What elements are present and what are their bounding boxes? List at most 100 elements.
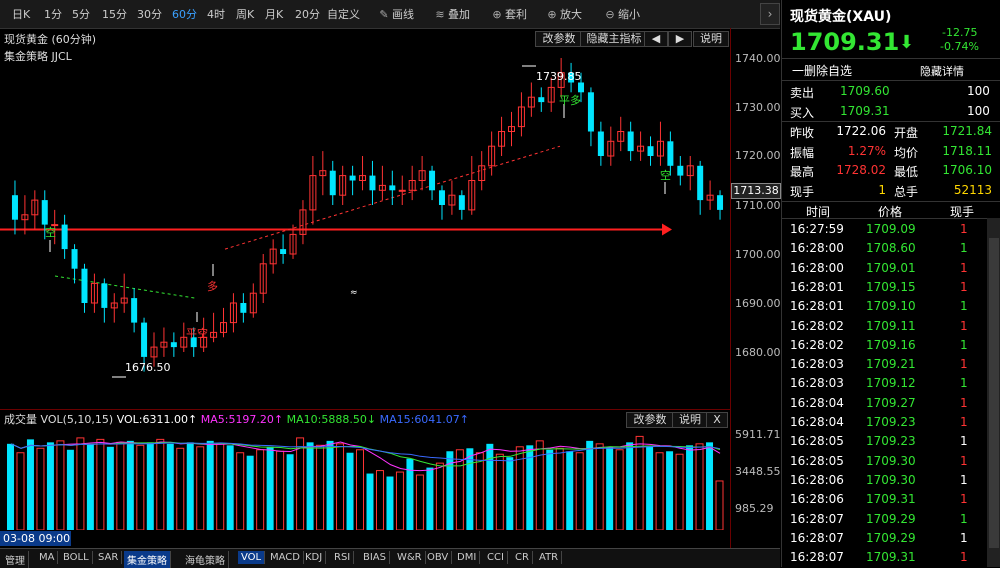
hide-indicator-button[interactable]: 隐藏主指标 <box>580 31 648 47</box>
tick-qty: 1 <box>960 511 968 526</box>
zoom-in-button[interactable]: ⊕ 放大 <box>546 6 582 22</box>
volume-chart <box>7 435 724 530</box>
volume-bar-up <box>575 452 584 530</box>
tick-scrollbar[interactable] <box>987 218 1000 567</box>
tick-row: 16:28:04 1709.23 1 <box>782 413 1000 432</box>
draw-line-button[interactable]: ✎ 画线 <box>378 6 414 22</box>
tick-time: 16:28:04 <box>790 395 844 410</box>
tick-price: 1709.15 <box>866 279 916 294</box>
buy-qty: 100 <box>967 104 990 118</box>
tab-kdj[interactable]: KDJ <box>302 551 327 564</box>
tab-obv[interactable]: OBV <box>424 551 453 564</box>
scroll-thumb[interactable] <box>989 238 999 548</box>
period-1min[interactable]: 1分 <box>44 6 62 22</box>
candle-body-down <box>458 195 465 210</box>
zoom-in-label: 放大 <box>560 8 582 21</box>
stat-label: 最低 <box>894 165 919 179</box>
tick-qty: 1 <box>960 318 968 333</box>
period-60min[interactable]: 60分 <box>172 6 197 22</box>
remove-watchlist-button[interactable]: 一删除自选 <box>792 62 852 79</box>
period-daily[interactable]: 日K <box>12 6 30 22</box>
vol-tick: 985.29 <box>735 502 774 515</box>
tab-cr[interactable]: CR <box>512 551 533 564</box>
period-30min[interactable]: 30分 <box>137 6 162 22</box>
edit-params-button[interactable]: 改参数 <box>535 31 583 47</box>
stat-label: 昨收 <box>790 126 815 140</box>
tab-manage[interactable]: 管理 <box>2 551 29 568</box>
volume-bar-up <box>96 438 105 530</box>
tick-time: 16:28:03 <box>790 357 844 372</box>
volume-bar-up <box>136 444 145 530</box>
draw-line-label: 画线 <box>392 8 414 21</box>
period-15min[interactable]: 15分 <box>102 6 127 22</box>
arbitrage-label: 套利 <box>505 8 527 21</box>
volume-bar-up <box>316 444 325 530</box>
candle-body-down <box>587 92 594 132</box>
ma15-value: MA15:6041.07↑ <box>379 413 470 426</box>
tick-time: 16:28:00 <box>790 241 844 256</box>
stat-value: 1728.02 <box>836 163 886 177</box>
tick-price: 1709.31 <box>866 492 916 507</box>
y-tick: 1680.00 <box>735 346 781 359</box>
period-monthly[interactable]: 月K <box>265 6 283 22</box>
next-button[interactable]: ▶ <box>668 31 692 47</box>
tick-row: 16:28:03 1709.12 1 <box>782 374 1000 393</box>
tab-wr[interactable]: W&R <box>394 551 426 564</box>
period-custom[interactable]: 自定义 <box>327 6 360 22</box>
tab-turtle[interactable]: 海龟策略 <box>182 551 229 568</box>
tab-sar[interactable]: SAR <box>95 551 123 564</box>
volume-bar-down <box>86 443 94 530</box>
candle-body-down <box>101 283 108 308</box>
tick-row: 16:28:04 1709.27 1 <box>782 394 1000 413</box>
volume-bar-down <box>566 451 574 530</box>
tick-row: 16:28:00 1708.60 1 <box>782 239 1000 258</box>
tick-price: 1709.01 <box>866 260 916 275</box>
period-4hour[interactable]: 4时 <box>207 6 225 22</box>
stat-label: 现手 <box>790 184 815 199</box>
pencil-icon: ✎ <box>379 8 389 21</box>
tick-row: 16:28:05 1709.30 1 <box>782 452 1000 471</box>
chart-title: 现货黄金 (60分钟) <box>4 33 97 46</box>
tab-bias[interactable]: BIAS <box>360 551 390 564</box>
volume-bar-down <box>686 445 694 530</box>
volume-bar-down <box>26 439 34 530</box>
candlestick-chart[interactable] <box>0 52 730 408</box>
tab-cci[interactable]: CCI <box>484 551 508 564</box>
tab-boll[interactable]: BOLL <box>60 551 93 564</box>
period-5min[interactable]: 5分 <box>72 6 90 22</box>
tab-atr[interactable]: ATR <box>536 551 563 564</box>
tick-price: 1709.23 <box>866 415 916 429</box>
short-signal-2: 空 <box>660 169 671 182</box>
y-tick: 1700.00 <box>735 248 781 261</box>
tab-jjcl[interactable]: 集金策略 <box>124 551 171 568</box>
tick-time: 16:28:06 <box>790 472 844 487</box>
tick-qty: 1 <box>960 241 968 256</box>
volume-bar-down <box>226 445 234 530</box>
prev-button[interactable]: ◀ <box>644 31 668 47</box>
arbitrage-button[interactable]: ⊕ 套利 <box>491 6 527 22</box>
tab-vol[interactable]: VOL <box>238 551 266 564</box>
tick-price: 1709.30 <box>866 453 916 468</box>
tab-ma[interactable]: MA <box>36 551 59 564</box>
help-button[interactable]: 说明 <box>693 31 729 47</box>
volume-bar-up <box>535 440 544 530</box>
tick-price: 1709.16 <box>866 337 916 352</box>
overlay-button[interactable]: ≋ 叠加 <box>434 6 470 22</box>
volume-bar-up <box>435 462 444 530</box>
period-20min[interactable]: 20分 <box>295 6 320 22</box>
tab-macd[interactable]: MACD <box>267 551 304 564</box>
hide-detail-button[interactable]: 隐藏详情 <box>920 63 964 79</box>
tick-price: 1709.21 <box>866 357 916 372</box>
candle-body-down <box>578 82 585 93</box>
volume-bar-down <box>386 476 394 530</box>
zoom-out-button[interactable]: ⊖ 缩小 <box>604 6 640 22</box>
tick-qty: 1 <box>960 434 968 449</box>
volume-legend: 成交量 VOL(5,10,15) VOL:6311.00↑ MA5:5197.2… <box>4 411 469 427</box>
stat-label: 开盘 <box>894 126 919 140</box>
period-weekly[interactable]: 周K <box>236 6 254 22</box>
volume-bar-down <box>46 442 54 530</box>
volume-bar-down <box>606 446 614 530</box>
tab-rsi[interactable]: RSI <box>331 551 355 564</box>
collapse-panel-button[interactable]: › <box>760 3 780 25</box>
tab-dmi[interactable]: DMI <box>454 551 481 564</box>
